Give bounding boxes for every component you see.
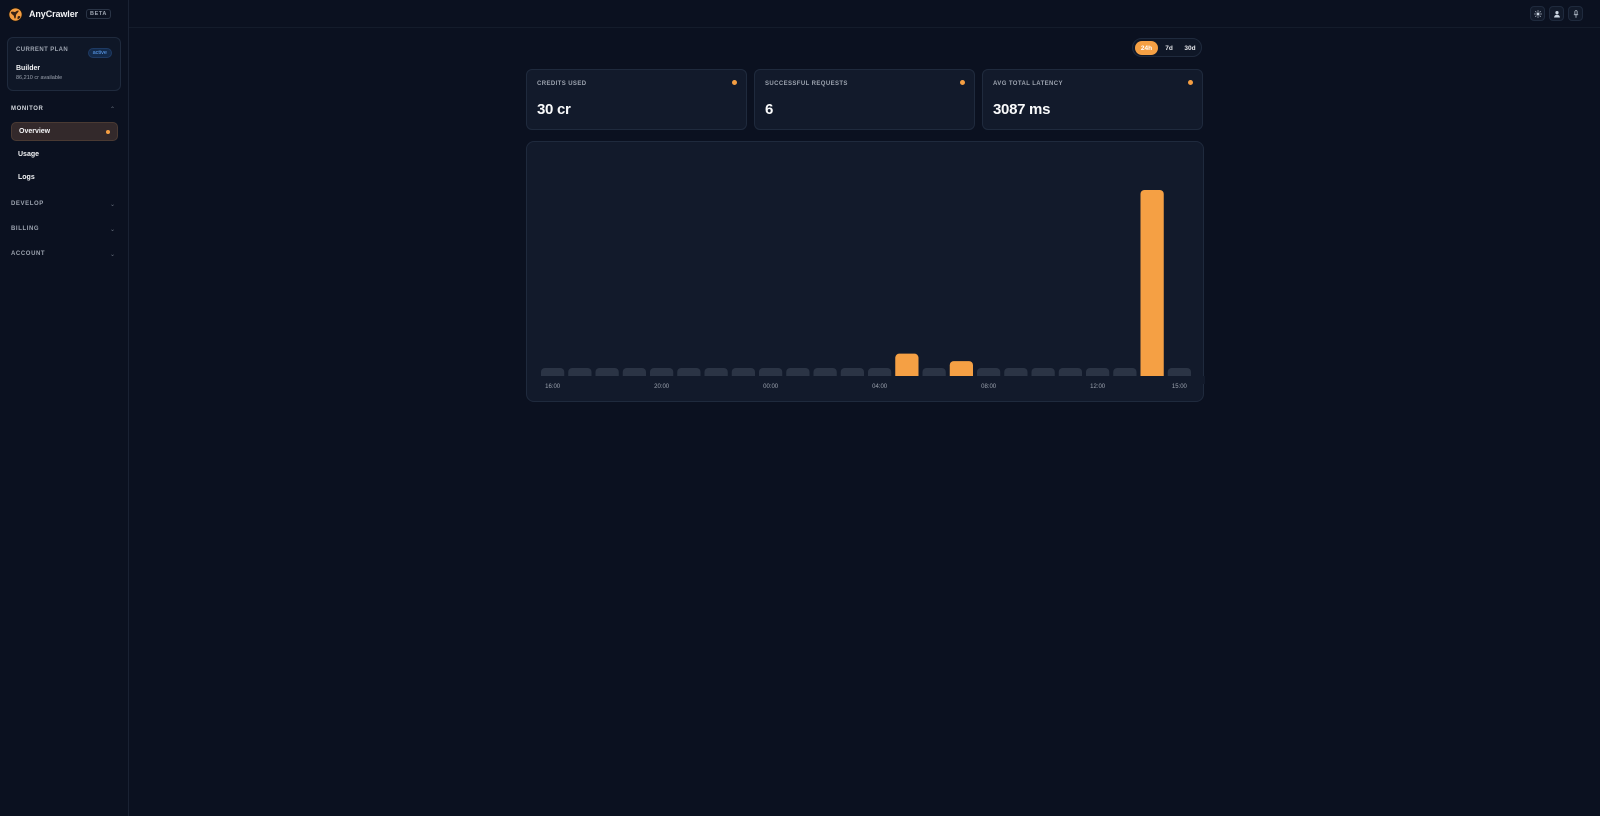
chart-bar-active[interactable] — [1140, 190, 1164, 380]
range-option-7d[interactable]: 7d — [1159, 41, 1179, 55]
nav-section-billing[interactable]: BILLING ⌄ — [11, 223, 115, 235]
x-tick-label: 12:00 — [1090, 384, 1106, 390]
plan-name: Builder — [16, 65, 41, 72]
globe-logo-icon — [8, 7, 23, 21]
stat-value: 6 — [765, 101, 774, 118]
x-tick-label: 04:00 — [872, 384, 888, 390]
status-dot — [1188, 80, 1193, 85]
pin-icon — [1573, 9, 1578, 18]
top-bar — [129, 0, 1600, 28]
chevron-down-icon: ⌄ — [109, 226, 115, 233]
sidebar-item-label: Logs — [18, 174, 35, 181]
sidebar-item-logs[interactable]: Logs — [11, 168, 118, 187]
x-tick-label: 08:00 — [981, 384, 997, 390]
x-tick-label: 00:00 — [763, 384, 779, 390]
nav-section-label: ACCOUNT — [11, 251, 46, 257]
usage-chart-card: 16:00 20:00 00:00 04:00 08:00 12:00 15:00 — [526, 141, 1205, 402]
stat-value: 30 cr — [537, 101, 571, 118]
chart-baseline-mask — [527, 376, 1205, 384]
sun-icon — [1533, 9, 1542, 18]
theme-toggle-button[interactable] — [1530, 6, 1545, 21]
x-tick-label: 16:00 — [545, 384, 561, 390]
pin-button[interactable] — [1568, 6, 1583, 21]
stat-card-successful-requests[interactable]: SUCCESSFUL REQUESTS 6 — [754, 69, 975, 130]
time-range-selector: 24h 7d 30d — [1132, 38, 1202, 57]
chevron-down-icon: ⌄ — [109, 251, 115, 258]
sidebar: AnyCrawler BETA CURRENT PLAN active Buil… — [0, 0, 129, 816]
user-menu-button[interactable] — [1549, 6, 1564, 21]
brand-name: AnyCrawler — [29, 9, 79, 19]
brand[interactable]: AnyCrawler BETA — [8, 6, 111, 22]
plan-status-badge: active — [87, 48, 112, 58]
stat-value: 3087 ms — [993, 101, 1051, 118]
nav-section-develop[interactable]: DEVELOP ⌄ — [11, 198, 115, 210]
nav-section-label: MONITOR — [11, 106, 44, 112]
range-option-24h[interactable]: 24h — [1135, 41, 1158, 55]
chevron-down-icon: ⌄ — [109, 201, 115, 208]
stat-label: SUCCESSFUL REQUESTS — [765, 81, 848, 87]
stat-card-credits-used[interactable]: CREDITS USED 30 cr — [526, 69, 747, 130]
app: AnyCrawler BETA CURRENT PLAN active Buil… — [0, 0, 1600, 816]
nav-section-label: DEVELOP — [11, 201, 44, 207]
sidebar-item-usage[interactable]: Usage — [11, 145, 118, 164]
x-tick-label: 15:00 — [1172, 384, 1188, 390]
nav-section-account[interactable]: ACCOUNT ⌄ — [11, 248, 115, 260]
sidebar-item-overview[interactable]: Overview — [11, 122, 118, 141]
x-tick-label: 20:00 — [654, 384, 670, 390]
stat-label: CREDITS USED — [537, 81, 587, 87]
stat-card-avg-latency[interactable]: AVG TOTAL LATENCY 3087 ms — [982, 69, 1203, 130]
beta-badge: BETA — [86, 9, 111, 19]
active-indicator-dot — [106, 130, 110, 134]
status-dot — [732, 80, 737, 85]
stat-label: AVG TOTAL LATENCY — [993, 81, 1063, 87]
nav-section-monitor[interactable]: MONITOR ⌃ — [11, 103, 115, 115]
status-dot — [960, 80, 965, 85]
nav-section-label: BILLING — [11, 226, 40, 232]
current-plan-card[interactable]: CURRENT PLAN active Builder 86,210 cr av… — [7, 37, 121, 91]
usage-bar-chart: 16:00 20:00 00:00 04:00 08:00 12:00 15:00 — [527, 190, 1205, 390]
user-icon — [1553, 10, 1560, 18]
plan-credits: 86,210 cr available — [16, 75, 63, 81]
sidebar-item-label: Overview — [19, 128, 51, 135]
range-option-30d[interactable]: 30d — [1179, 41, 1201, 55]
chevron-up-icon: ⌃ — [109, 106, 115, 113]
plan-label: CURRENT PLAN — [16, 47, 69, 53]
sidebar-item-label: Usage — [18, 151, 40, 158]
